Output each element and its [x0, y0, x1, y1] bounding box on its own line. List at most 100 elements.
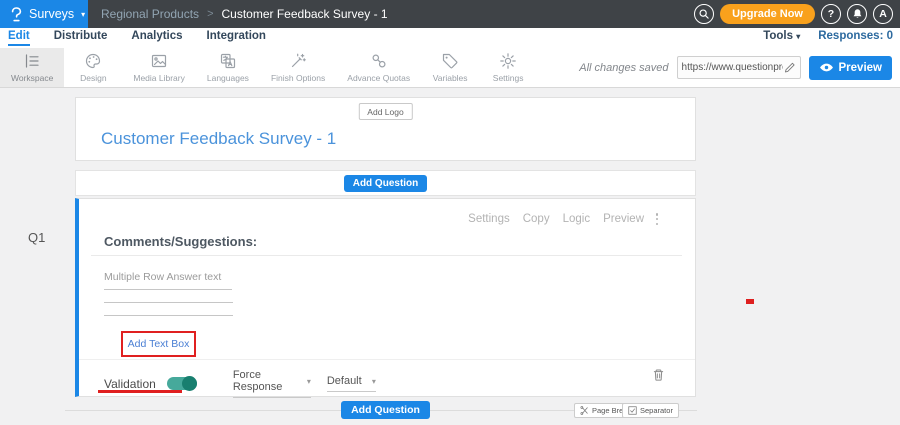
questionpro-logo-icon	[9, 6, 24, 23]
default-option-dropdown[interactable]: Default ▾	[327, 375, 376, 392]
add-question-strip: Add Question	[75, 170, 696, 196]
toolbar-item-media-library[interactable]: Media Library	[122, 48, 196, 87]
chevron-down-icon: ▾	[81, 10, 85, 19]
chevron-down-icon: ▾	[307, 377, 311, 386]
upgrade-now-button[interactable]: Upgrade Now	[720, 4, 815, 24]
question-number-label: Q1	[28, 230, 45, 245]
product-label: Surveys	[29, 7, 74, 21]
toolbar-item-settings[interactable]: Settings	[479, 48, 537, 87]
toolbar-item-workspace[interactable]: Workspace	[0, 48, 64, 87]
questionpro-app: Surveys ▾ Regional Products > Customer F…	[0, 0, 900, 425]
annotation-underline	[98, 390, 182, 393]
save-status-text: All changes saved	[579, 62, 668, 74]
page-break-icon	[580, 406, 589, 415]
answer-row-line	[104, 289, 232, 290]
survey-header-card: Add Logo Customer Feedback Survey - 1	[75, 97, 696, 161]
question-preview-link[interactable]: Preview	[603, 213, 644, 225]
notifications-button[interactable]	[847, 4, 867, 24]
add-question-button-bottom[interactable]: Add Question	[341, 401, 430, 419]
responses-link[interactable]: Responses: 0	[818, 30, 893, 42]
multi-row-answer-area[interactable]: Multiple Row Answer text	[104, 271, 244, 283]
survey-url-box	[677, 56, 801, 79]
chevron-down-icon: ▾	[796, 32, 800, 41]
toolbar-item-languages[interactable]: Languages	[196, 48, 260, 87]
toolbar-item-finish-options[interactable]: Finish Options	[260, 48, 336, 87]
question-logic-link[interactable]: Logic	[563, 213, 591, 225]
chevron-down-icon: ▾	[372, 377, 376, 386]
question-footer: Validation Force Response ▾ Default ▾	[79, 359, 695, 396]
separator-label: Separator	[640, 406, 673, 415]
toolbar-item-design[interactable]: Design	[64, 48, 122, 87]
preview-button[interactable]: Preview	[809, 56, 892, 80]
annotation-red-dash	[746, 299, 754, 304]
validation-toggle-on[interactable]	[167, 377, 197, 390]
toolbar-item-label: Advance Quotas	[347, 73, 410, 83]
default-option-label: Default	[327, 375, 362, 387]
gear-icon	[499, 52, 517, 70]
palette-icon	[84, 52, 102, 70]
editor-toolbar: Workspace Design Media Library Languages…	[0, 48, 900, 88]
breadcrumb: Regional Products > Customer Feedback Su…	[101, 7, 388, 21]
annotation-highlight-box: Add Text Box	[121, 331, 196, 357]
breadcrumb-separator-icon: >	[207, 8, 213, 20]
image-icon	[150, 52, 168, 70]
answer-row-line	[104, 315, 233, 316]
trash-icon	[651, 367, 666, 383]
search-button[interactable]	[694, 4, 714, 24]
question-settings-link[interactable]: Settings	[468, 213, 510, 225]
answer-placeholder: Multiple Row Answer text	[104, 271, 244, 283]
toolbar-item-advance-quotas[interactable]: Advance Quotas	[336, 48, 421, 87]
survey-editor-canvas: Q1 Add Logo Customer Feedback Survey - 1…	[0, 88, 900, 425]
help-button[interactable]: ?	[821, 4, 841, 24]
add-text-box-link[interactable]: Add Text Box	[128, 338, 190, 350]
magic-wand-icon	[289, 52, 307, 70]
nav-tab-distribute[interactable]: Distribute	[54, 30, 108, 44]
surveys-product-menu[interactable]: Surveys ▾	[0, 0, 88, 28]
nav-right: Tools ▾ Responses: 0	[763, 30, 900, 42]
toolbar-item-label: Finish Options	[271, 73, 325, 83]
survey-url-input[interactable]	[682, 62, 783, 73]
force-response-dropdown[interactable]: Force Response ▾	[233, 369, 311, 398]
answer-row-line	[104, 302, 233, 303]
avatar[interactable]: A	[873, 4, 893, 24]
eye-icon	[819, 62, 834, 73]
question-card: Settings Copy Logic Preview Comments/Sug…	[75, 198, 696, 397]
quota-links-icon	[370, 52, 388, 70]
toolbar-right: All changes saved Preview	[579, 48, 900, 87]
search-icon	[698, 8, 710, 20]
pencil-icon	[783, 61, 796, 74]
question-text[interactable]: Comments/Suggestions:	[104, 234, 257, 249]
kebab-menu-icon[interactable]	[652, 212, 662, 226]
question-divider	[91, 255, 682, 256]
nav-tab-analytics[interactable]: Analytics	[131, 30, 182, 44]
delete-question-button[interactable]	[651, 367, 666, 383]
toolbar-item-label: Workspace	[11, 73, 53, 83]
add-logo-button[interactable]: Add Logo	[358, 103, 412, 120]
question-action-menu: Settings Copy Logic Preview	[468, 213, 644, 225]
tools-menu[interactable]: Tools ▾	[763, 30, 800, 42]
tag-icon	[441, 52, 459, 70]
edit-url-button[interactable]	[783, 61, 796, 74]
question-copy-link[interactable]: Copy	[523, 213, 550, 225]
breadcrumb-parent[interactable]: Regional Products	[101, 7, 199, 21]
preview-label: Preview	[839, 62, 882, 74]
separator-checkbox-icon	[628, 406, 637, 415]
nav-tab-integration[interactable]: Integration	[207, 30, 266, 44]
toolbar-item-label: Media Library	[133, 73, 185, 83]
toolbar-item-label: Design	[80, 73, 106, 83]
add-question-button-top[interactable]: Add Question	[344, 175, 428, 192]
bell-icon	[852, 8, 863, 20]
toolbar-item-label: Variables	[433, 73, 468, 83]
toolbar-item-label: Languages	[207, 73, 249, 83]
tools-label: Tools	[763, 30, 793, 42]
toolbar-item-variables[interactable]: Variables	[421, 48, 479, 87]
header-actions: Upgrade Now ? A	[694, 4, 900, 24]
main-nav: Edit Distribute Analytics Integration To…	[0, 28, 900, 48]
survey-title[interactable]: Customer Feedback Survey - 1	[101, 129, 336, 149]
nav-tab-edit[interactable]: Edit	[8, 30, 30, 46]
breadcrumb-current: Customer Feedback Survey - 1	[222, 7, 388, 21]
top-header-bar: Surveys ▾ Regional Products > Customer F…	[0, 0, 900, 28]
question-footer-row: Validation Force Response ▾ Default ▾	[104, 369, 376, 398]
workspace-icon	[23, 52, 41, 70]
separator-button[interactable]: Separator	[622, 403, 679, 418]
